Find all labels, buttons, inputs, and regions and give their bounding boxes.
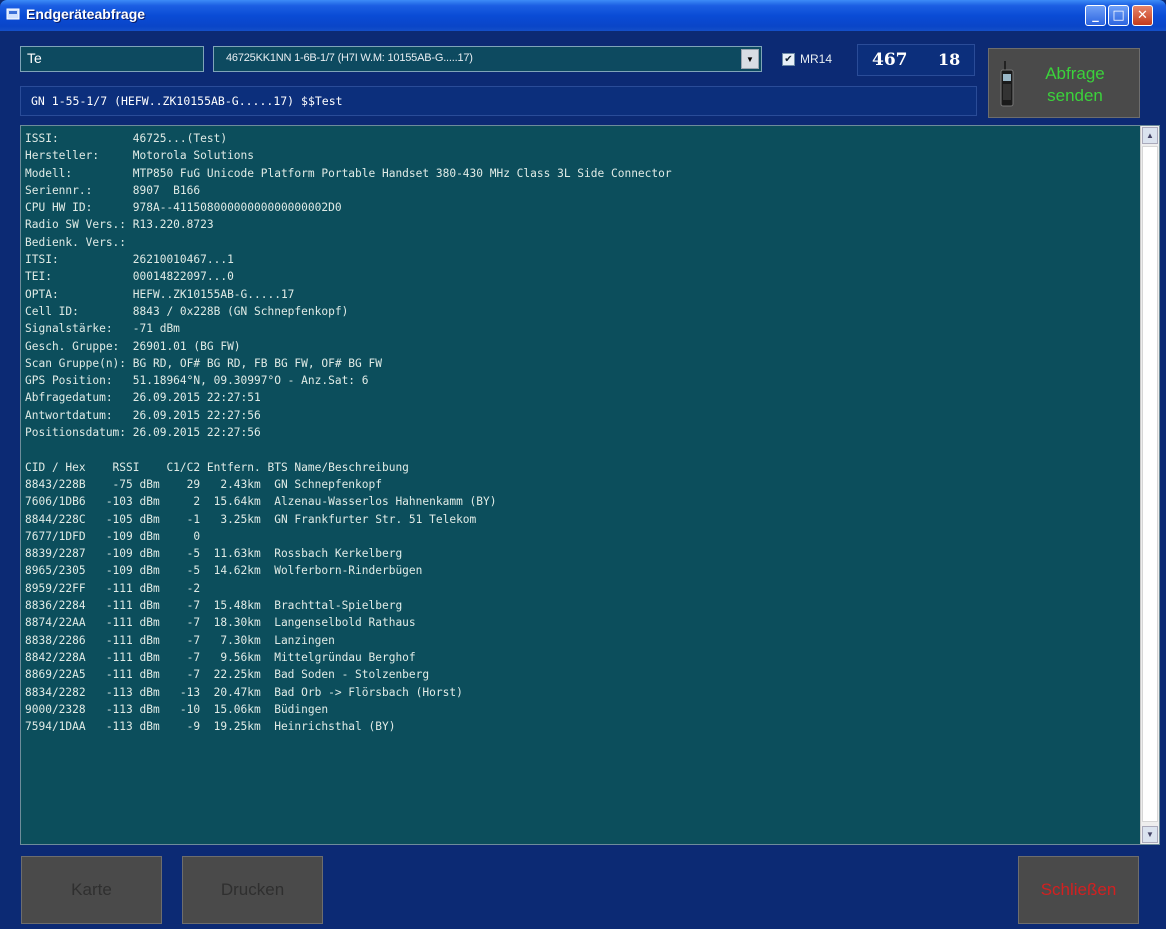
minimize-button[interactable]: _ bbox=[1085, 5, 1106, 26]
info-line: CID / Hex RSSI C1/C2 Entfern. BTS Name/B… bbox=[25, 460, 409, 474]
info-line: 8836/2284 -111 dBm -7 15.48km Brachttal-… bbox=[25, 599, 403, 613]
info-line: Cell ID: 8843 / 0x228B (GN Schnepfenkopf… bbox=[25, 304, 349, 318]
info-line: Radio SW Vers.: R13.220.8723 bbox=[25, 218, 214, 232]
minimize-icon: _ bbox=[1092, 8, 1099, 23]
maximize-button[interactable]: □ bbox=[1108, 5, 1129, 26]
info-line: Gesch. Gruppe: 26901.01 (BG FW) bbox=[25, 339, 241, 353]
info-line: 8839/2287 -109 dBm -5 11.63km Rossbach K… bbox=[25, 547, 403, 561]
selected-device-line: GN 1-55-1/7 (HEFW..ZK10155AB-G.....17) $… bbox=[20, 86, 977, 116]
device-select-value: 46725KK1NN 1-6B-1/7 (H7I W.M: 10155AB-G.… bbox=[226, 52, 473, 64]
info-line: GPS Position: 51.18964°N, 09.30997°O - A… bbox=[25, 374, 369, 388]
info-line: Abfragedatum: 26.09.2015 22:27:51 bbox=[25, 391, 261, 405]
count-total: 467 bbox=[872, 50, 908, 70]
mr14-label: MR14 bbox=[800, 52, 833, 66]
app-icon bbox=[6, 8, 20, 20]
scroll-up-icon[interactable]: ▲ bbox=[1142, 127, 1158, 144]
info-line: OPTA: HEFW..ZK10155AB-G.....17 bbox=[25, 287, 295, 301]
device-select[interactable]: 46725KK1NN 1-6B-1/7 (H7I W.M: 10155AB-G.… bbox=[213, 46, 762, 72]
info-line: 8959/22FF -111 dBm -2 bbox=[25, 581, 201, 595]
info-line: Seriennr.: 8907 B166 bbox=[25, 183, 201, 197]
info-line: 8869/22A5 -111 dBm -7 22.25km Bad Soden … bbox=[25, 668, 430, 682]
name-filter-input[interactable]: Te bbox=[20, 46, 204, 72]
info-line: Bedienk. Vers.: bbox=[25, 235, 127, 249]
info-line: 9000/2328 -113 dBm -10 15.06km Büdingen bbox=[25, 702, 329, 716]
send-query-label-line1: Abfrage bbox=[1045, 64, 1105, 83]
send-query-label: Abfrage senden bbox=[1025, 63, 1125, 107]
info-line: Scan Gruppe(n): BG RD, OF# BG RD, FB BG … bbox=[25, 356, 382, 370]
info-line: 8844/228C -105 dBm -1 3.25km GN Frankfur… bbox=[25, 512, 477, 526]
info-line: 7606/1DB6 -103 dBm 2 15.64km Alzenau-Was… bbox=[25, 495, 497, 509]
info-line: ISSI: 46725...(Test) bbox=[25, 132, 228, 145]
info-line: Signalstärke: -71 dBm bbox=[25, 322, 180, 336]
info-line: 8838/2286 -111 dBm -7 7.30km Lanzingen bbox=[25, 633, 335, 647]
info-line: Modell: MTP850 FuG Unicode Platform Port… bbox=[25, 166, 672, 180]
info-line: 7594/1DAA -113 dBm -9 19.25km Heinrichst… bbox=[25, 720, 396, 734]
count-display: 467 18 bbox=[857, 44, 975, 76]
info-line: TEI: 00014822097...0 bbox=[25, 270, 234, 284]
send-query-label-line2: senden bbox=[1047, 86, 1103, 105]
device-info-text: ISSI: 46725...(Test) Hersteller: Motorola… bbox=[25, 130, 1137, 735]
info-line: ITSI: 26210010467...1 bbox=[25, 253, 234, 267]
info-line: 8874/22AA -111 dBm -7 18.30km Langenselb… bbox=[25, 616, 416, 630]
info-line: Antwortdatum: 26.09.2015 22:27:56 bbox=[25, 408, 261, 422]
print-button[interactable]: Drucken bbox=[182, 856, 323, 924]
send-query-button[interactable]: Abfrage senden bbox=[988, 48, 1140, 118]
info-line: Hersteller: Motorola Solutions bbox=[25, 149, 255, 163]
info-line: 7677/1DFD -109 dBm 0 bbox=[25, 529, 201, 543]
close-icon: ✕ bbox=[1137, 8, 1148, 23]
window-title: Endgeräteabfrage bbox=[26, 6, 146, 22]
scrollbar-thumb[interactable] bbox=[1142, 146, 1158, 822]
count-secondary: 18 bbox=[938, 50, 961, 69]
close-window-button[interactable]: ✕ bbox=[1132, 5, 1153, 26]
vertical-scrollbar[interactable]: ▲ ▼ bbox=[1140, 126, 1159, 844]
info-line: 8842/228A -111 dBm -7 9.56km Mittelgründ… bbox=[25, 650, 416, 664]
chevron-down-icon[interactable]: ▼ bbox=[741, 49, 759, 69]
info-line: 8843/228B -75 dBm 29 2.43km GN Schnepfen… bbox=[25, 477, 382, 491]
main-window: Endgeräteabfrage _ □ ✕ Te 46725KK1NN 1-6… bbox=[0, 0, 1166, 929]
info-line: 8965/2305 -109 dBm -5 14.62km Wolferborn… bbox=[25, 564, 423, 578]
device-info-panel[interactable]: ISSI: 46725...(Test) Hersteller: Motorola… bbox=[20, 125, 1160, 845]
radio-handset-icon bbox=[1000, 61, 1014, 107]
mr14-checkbox[interactable]: ✔ bbox=[782, 53, 795, 66]
map-button[interactable]: Karte bbox=[21, 856, 162, 924]
info-line: Positionsdatum: 26.09.2015 22:27:56 bbox=[25, 426, 261, 440]
maximize-icon: □ bbox=[1112, 8, 1125, 23]
info-line bbox=[25, 441, 1137, 458]
title-bar[interactable]: Endgeräteabfrage _ □ ✕ bbox=[0, 0, 1166, 31]
close-button[interactable]: Schließen bbox=[1018, 856, 1139, 924]
info-line: 8834/2282 -113 dBm -13 20.47km Bad Orb -… bbox=[25, 685, 463, 699]
scroll-down-icon[interactable]: ▼ bbox=[1142, 826, 1158, 843]
info-line: CPU HW ID: 978A--41150800000000000000002… bbox=[25, 201, 342, 215]
